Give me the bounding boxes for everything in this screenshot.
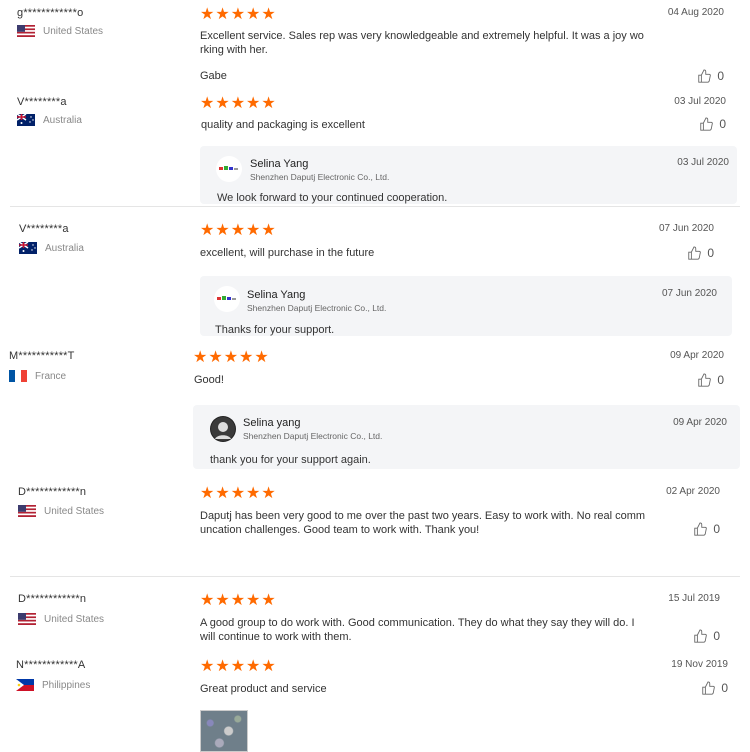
thumbs-up-icon — [698, 69, 712, 83]
reply-text: thank you for your support again. — [210, 454, 371, 466]
star-rating: ★★★★★ — [200, 6, 277, 23]
review-text: Great product and service — [200, 683, 327, 695]
country-label: United States — [44, 505, 105, 517]
thumbs-up-icon — [694, 629, 708, 643]
review-date: 09 Apr 2020 — [670, 350, 724, 361]
review-text: A good group to do work with. Good commu… — [200, 617, 635, 643]
reviewer-country: France — [9, 370, 66, 382]
reply-date: 07 Jun 2020 — [661, 288, 717, 299]
like-button[interactable]: 0 — [699, 117, 726, 131]
thumbs-up-icon — [700, 117, 714, 131]
reviewer-name: V********a — [17, 96, 67, 108]
like-button[interactable]: 0 — [697, 373, 724, 387]
fr-flag-icon — [9, 370, 27, 382]
like-count: 0 — [707, 246, 714, 260]
reviewer-country: Philippines — [16, 679, 90, 691]
like-button[interactable]: 0 — [693, 522, 720, 536]
star-rating: ★★★★★ — [200, 222, 277, 239]
ph-flag-icon — [16, 679, 34, 691]
like-count: 0 — [719, 117, 726, 131]
seller-logo-icon — [216, 156, 242, 182]
review-text: Excellent service. Sales rep was very kn… — [200, 30, 644, 56]
review-signature: Gabe — [200, 70, 227, 82]
seller-reply: Selina Yang Shenzhen Daputj Electronic C… — [200, 146, 737, 204]
review-date: 15 Jul 2019 — [668, 593, 720, 604]
thumbs-up-icon — [688, 246, 702, 260]
like-count: 0 — [713, 522, 720, 536]
review-photo-thumbnail[interactable] — [200, 710, 248, 752]
like-button[interactable]: 0 — [701, 681, 728, 695]
review-text: Daputj has been very good to me over the… — [200, 510, 646, 536]
seller-name: Selina Yang — [250, 158, 309, 170]
star-rating: ★★★★★ — [200, 658, 277, 675]
thumbs-up-icon — [698, 373, 712, 387]
reviewer-country: United States — [17, 25, 103, 37]
country-label: United States — [44, 613, 105, 625]
thumbs-up-icon — [694, 522, 708, 536]
au-flag-icon — [17, 114, 35, 126]
us-flag-icon — [18, 505, 36, 517]
reviewer-name: N************A — [16, 659, 86, 671]
review-text: Good! — [194, 374, 224, 386]
star-rating: ★★★★★ — [200, 592, 277, 609]
like-count: 0 — [717, 373, 724, 387]
review-text: quality and packaging is excellent — [201, 119, 365, 131]
reviewer-country: Australia — [17, 114, 82, 126]
reviewer-name: g************o — [17, 7, 84, 19]
review-date: 02 Apr 2020 — [666, 486, 720, 497]
review-date: 19 Nov 2019 — [671, 659, 728, 670]
like-count: 0 — [721, 681, 728, 695]
thumbs-up-icon — [702, 681, 716, 695]
star-rating: ★★★★★ — [193, 349, 270, 366]
reviewer-name: D************n — [18, 486, 87, 498]
star-rating: ★★★★★ — [200, 95, 277, 112]
star-rating: ★★★★★ — [200, 485, 277, 502]
review-text: excellent, will purchase in the future — [200, 247, 375, 259]
us-flag-icon — [17, 25, 35, 37]
seller-logo-icon — [214, 286, 240, 312]
reviewer-name: D************n — [18, 593, 87, 605]
seller-reply: Selina Yang Shenzhen Daputj Electronic C… — [200, 276, 732, 336]
like-button[interactable]: 0 — [697, 69, 724, 83]
like-count: 0 — [717, 69, 724, 83]
review-divider — [10, 206, 740, 207]
reply-text: Thanks for your support. — [215, 324, 335, 336]
country-label: Australia — [45, 242, 84, 254]
seller-avatar — [210, 416, 236, 442]
country-label: Australia — [43, 114, 82, 126]
seller-company: Shenzhen Daputj Electronic Co., Ltd. — [250, 172, 390, 182]
reviewer-name: V********a — [19, 223, 69, 235]
country-label: Philippines — [42, 679, 91, 691]
country-label: France — [35, 370, 67, 382]
like-button[interactable]: 0 — [687, 246, 714, 260]
review-date: 03 Jul 2020 — [674, 96, 726, 107]
reply-date: 09 Apr 2020 — [673, 417, 727, 428]
reply-text: We look forward to your continued cooper… — [217, 192, 448, 204]
country-label: United States — [43, 25, 104, 37]
reviewer-country: United States — [18, 505, 104, 517]
like-count: 0 — [713, 629, 720, 643]
au-flag-icon — [19, 242, 37, 254]
seller-name: Selina Yang — [247, 289, 306, 301]
review-divider — [10, 576, 740, 577]
like-button[interactable]: 0 — [693, 629, 720, 643]
review-date: 07 Jun 2020 — [658, 223, 714, 234]
us-flag-icon — [18, 613, 36, 625]
seller-company: Shenzhen Daputj Electronic Co., Ltd. — [247, 303, 387, 313]
review-date: 04 Aug 2020 — [667, 7, 724, 18]
reviewer-country: Australia — [19, 242, 84, 254]
reviewer-country: United States — [18, 613, 104, 625]
seller-company: Shenzhen Daputj Electronic Co., Ltd. — [243, 431, 383, 441]
reviewer-name: M***********T — [9, 350, 75, 362]
reply-date: 03 Jul 2020 — [677, 157, 729, 168]
seller-name: Selina yang — [243, 417, 301, 429]
seller-reply: Selina yang Shenzhen Daputj Electronic C… — [193, 405, 740, 469]
